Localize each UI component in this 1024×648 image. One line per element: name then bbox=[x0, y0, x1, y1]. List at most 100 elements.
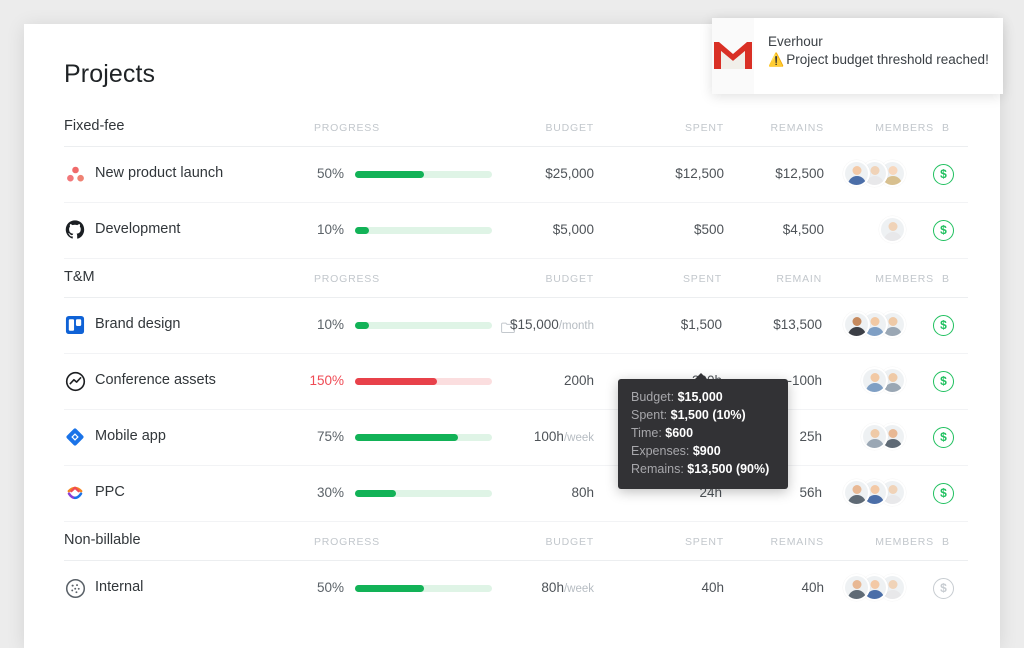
members-avatars bbox=[879, 216, 906, 246]
gmail-icon-svg bbox=[714, 42, 752, 69]
billable-icon[interactable]: $ bbox=[933, 427, 954, 448]
progress-percent: 30% bbox=[316, 485, 344, 500]
gmail-icon bbox=[712, 18, 754, 94]
progress-percent: 150% bbox=[309, 373, 344, 388]
project-row[interactable]: Mobile app75%100h/week75h25h$ bbox=[64, 410, 968, 466]
column-header-members: MEMBERS bbox=[875, 273, 934, 285]
members-avatars bbox=[843, 479, 906, 509]
project-row[interactable]: PPC 30% 80h 24h 56h $ bbox=[64, 466, 968, 522]
budget-value: 80h bbox=[464, 485, 594, 500]
notification-message: ⚠️ Project budget threshold reached! bbox=[768, 52, 989, 68]
budget-amount: $15,000 bbox=[510, 317, 559, 332]
project-row[interactable]: New product launch 50% $25,000 $12,500 $12,5… bbox=[64, 147, 968, 203]
budget-unit: /month bbox=[558, 320, 594, 332]
project-row[interactable]: Conference assets150%200h300h-100h$ bbox=[64, 354, 968, 410]
column-header-remains: REMAIN bbox=[776, 273, 822, 285]
trello-icon bbox=[65, 315, 86, 336]
column-header-billable: B bbox=[942, 122, 950, 134]
column-header-progress: PROGRESS bbox=[314, 122, 380, 134]
github-icon bbox=[65, 220, 86, 241]
budget-value: 100h/week bbox=[464, 429, 594, 444]
project-name: New product launch bbox=[95, 165, 224, 181]
jira-icon bbox=[65, 427, 86, 448]
budget-tooltip: Budget: $15,000 Spent: $1,500 (10%) Time: … bbox=[618, 373, 788, 489]
project-row[interactable]: Brand design 10% $15,000/month $1,500 $13,50… bbox=[64, 298, 968, 354]
column-header-budget: BUDGET bbox=[545, 273, 594, 285]
column-header-budget: BUDGET bbox=[545, 122, 594, 134]
group-name: T&M bbox=[64, 269, 95, 285]
tooltip-line: Time: $600 bbox=[631, 424, 775, 442]
project-name: PPC bbox=[95, 484, 125, 500]
budget-value: $25,000 bbox=[464, 166, 594, 181]
tooltip-label: Spent: bbox=[631, 408, 668, 422]
warning-icon: ⚠️ bbox=[768, 52, 785, 67]
tooltip-value: $13,500 (90%) bbox=[687, 462, 770, 476]
group-header: Fixed-fee PROGRESS BUDGET SPENT REMAINS MEMBE… bbox=[64, 108, 968, 147]
billable-icon[interactable]: $ bbox=[933, 578, 954, 599]
column-header-billable: B bbox=[942, 536, 950, 548]
project-row[interactable]: Development 10% $5,000 $500 $4,500 $ bbox=[64, 203, 968, 259]
column-header-billable: B bbox=[942, 273, 950, 285]
budget-value: $5,000 bbox=[464, 222, 594, 237]
group-header: T&M PROGRESS BUDGET SPENT REMAIN MEMBERS B bbox=[64, 259, 968, 298]
tooltip-value: $15,000 bbox=[677, 390, 723, 404]
tooltip-line: Remains: $13,500 (90%) bbox=[631, 460, 775, 478]
budget-amount: 100h bbox=[533, 429, 564, 444]
column-header-remains: REMAINS bbox=[770, 536, 824, 548]
tooltip-label: Budget: bbox=[631, 390, 675, 404]
budget-unit: /week bbox=[563, 583, 594, 595]
avatar[interactable] bbox=[861, 423, 888, 450]
column-header-members: MEMBERS bbox=[875, 536, 934, 548]
column-header-spent: SPENT bbox=[684, 122, 724, 134]
spent-value: $12,500 bbox=[675, 166, 724, 181]
projects-table: Fixed-fee PROGRESS BUDGET SPENT REMAINS MEMBE… bbox=[64, 108, 968, 617]
billable-icon[interactable]: $ bbox=[933, 483, 954, 504]
budget-value: $15,000/month bbox=[464, 317, 594, 332]
avatar[interactable] bbox=[861, 367, 888, 394]
avatar[interactable] bbox=[843, 574, 870, 601]
project-row[interactable]: Internal 50% 80h/week 40h 40h $ bbox=[64, 561, 968, 617]
billable-icon[interactable]: $ bbox=[933, 220, 954, 241]
budget-amount: $25,000 bbox=[545, 166, 594, 181]
group-name: Fixed-fee bbox=[64, 118, 125, 134]
remains-value: $12,500 bbox=[775, 166, 824, 181]
members-avatars bbox=[843, 160, 906, 190]
members-avatars bbox=[861, 367, 906, 397]
progress-percent: 50% bbox=[316, 580, 344, 595]
remains-value: 40h bbox=[801, 580, 824, 595]
progress-percent: 10% bbox=[316, 222, 344, 237]
progress-percent: 10% bbox=[316, 317, 344, 332]
billable-icon[interactable]: $ bbox=[933, 371, 954, 392]
page-title: Projects bbox=[64, 60, 156, 88]
notification-toast[interactable]: Everhour ⚠️ Project budget threshold reac… bbox=[712, 18, 1003, 94]
avatar[interactable] bbox=[843, 160, 870, 187]
column-header-remains: REMAINS bbox=[770, 122, 824, 134]
billable-icon[interactable]: $ bbox=[933, 315, 954, 336]
tooltip-label: Expenses: bbox=[631, 444, 690, 458]
budget-amount: $5,000 bbox=[552, 222, 594, 237]
budget-value: 80h/week bbox=[464, 580, 594, 595]
tooltip-value: $900 bbox=[692, 444, 721, 458]
avatar[interactable] bbox=[843, 479, 870, 506]
avatar[interactable] bbox=[879, 216, 906, 243]
ppc-icon bbox=[65, 483, 86, 504]
budget-unit: /week bbox=[563, 432, 594, 444]
avatar[interactable] bbox=[843, 311, 870, 338]
tooltip-line: Budget: $15,000 bbox=[631, 388, 775, 406]
members-avatars bbox=[843, 574, 906, 604]
project-name: Conference assets bbox=[95, 372, 216, 388]
tooltip-label: Remains: bbox=[631, 462, 684, 476]
screen: Projects Fixed-fee PROGRESS BUDGET SPENT REM… bbox=[0, 0, 1024, 648]
spent-value: 40h bbox=[701, 580, 724, 595]
project-name: Brand design bbox=[95, 316, 181, 332]
remains-value: $13,500 bbox=[773, 317, 822, 332]
column-header-budget: BUDGET bbox=[545, 536, 594, 548]
spent-value: $1,500 bbox=[680, 317, 722, 332]
notification-app: Everhour bbox=[768, 34, 823, 49]
tooltip-value: $1,500 (10%) bbox=[670, 408, 746, 422]
billable-icon[interactable]: $ bbox=[933, 164, 954, 185]
members-avatars bbox=[861, 423, 906, 453]
column-header-spent: SPENT bbox=[682, 273, 722, 285]
tooltip-line: Expenses: $900 bbox=[631, 442, 775, 460]
budget-amount: 200h bbox=[563, 373, 594, 388]
